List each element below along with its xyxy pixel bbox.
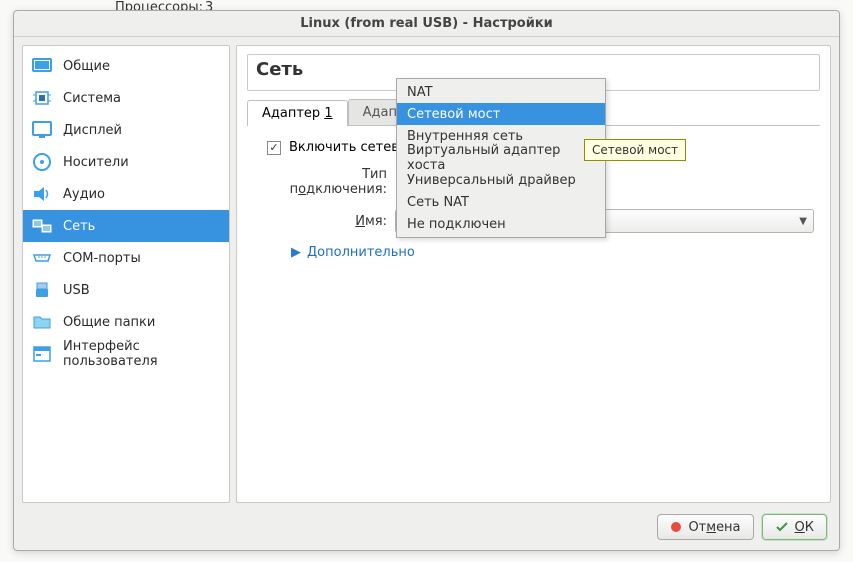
sidebar-item-display[interactable]: Дисплей	[23, 114, 229, 146]
ok-icon	[775, 521, 789, 533]
sidebar-item-serial[interactable]: COM-порты	[23, 242, 229, 274]
dialog-footer: Отмена ОК	[657, 514, 827, 540]
sidebar-item-storage[interactable]: Носители	[23, 146, 229, 178]
chevron-down-icon: ▼	[799, 216, 807, 227]
triangle-right-icon: ▶	[291, 245, 301, 260]
sidebar-item-network[interactable]: Сеть	[23, 210, 229, 242]
name-label: Имя:	[267, 214, 387, 229]
attached-to-label: Тип подключения:	[267, 167, 387, 197]
sidebar-item-label: Дисплей	[63, 123, 122, 138]
ok-button[interactable]: ОК	[762, 514, 827, 540]
sidebar-item-ui[interactable]: Интерфейс пользователя	[23, 338, 229, 370]
dropdown-item-bridged[interactable]: Сетевой мост	[397, 103, 605, 125]
display-icon	[31, 119, 53, 141]
window-title: Linux (from real USB) - Настройки	[14, 11, 839, 37]
sidebar-item-label: Общие	[63, 59, 110, 74]
ui-icon	[31, 343, 53, 365]
attached-to-dropdown: NAT Сетевой мост Внутренняя сеть Виртуал…	[396, 78, 606, 238]
folder-icon	[31, 311, 53, 333]
network-icon	[31, 215, 53, 237]
advanced-label: Дополнительно	[307, 245, 415, 260]
dropdown-item-natnetwork[interactable]: Сеть NAT	[397, 191, 605, 213]
usb-icon	[31, 279, 53, 301]
advanced-toggle[interactable]: ▶ Дополнительно	[267, 245, 814, 260]
sidebar-item-label: USB	[63, 283, 90, 298]
cancel-icon	[670, 521, 682, 533]
sidebar-item-label: Аудио	[63, 187, 105, 202]
tab-adapter-1[interactable]: Адаптер 1	[247, 100, 348, 126]
sidebar-item-audio[interactable]: Аудио	[23, 178, 229, 210]
sidebar-item-general[interactable]: Общие	[23, 50, 229, 82]
sidebar-item-label: Общие папки	[63, 315, 155, 330]
dropdown-item-hostonly[interactable]: Виртуальный адаптер хоста	[397, 147, 605, 169]
settings-sidebar: Общие Система Дисплей Носители	[22, 45, 230, 503]
sidebar-item-usb[interactable]: USB	[23, 274, 229, 306]
disk-icon	[31, 151, 53, 173]
audio-icon	[31, 183, 53, 205]
sidebar-item-label: Сеть	[63, 219, 95, 234]
sidebar-item-label: COM-порты	[63, 251, 141, 266]
dropdown-item-nat[interactable]: NAT	[397, 81, 605, 103]
cancel-button[interactable]: Отмена	[657, 514, 753, 540]
sidebar-item-label: Носители	[63, 155, 129, 170]
serial-icon	[31, 247, 53, 269]
enable-adapter-checkbox[interactable]: ✓	[267, 141, 281, 155]
dropdown-item-generic[interactable]: Универсальный драйвер	[397, 169, 605, 191]
sidebar-item-label: Система	[63, 91, 121, 106]
dropdown-item-notattached[interactable]: Не подключен	[397, 213, 605, 235]
tooltip: Сетевой мост	[584, 139, 686, 161]
sidebar-item-shared-folders[interactable]: Общие папки	[23, 306, 229, 338]
general-icon	[31, 55, 53, 77]
sidebar-item-system[interactable]: Система	[23, 82, 229, 114]
chip-icon	[31, 87, 53, 109]
sidebar-item-label: Интерфейс пользователя	[63, 339, 221, 369]
